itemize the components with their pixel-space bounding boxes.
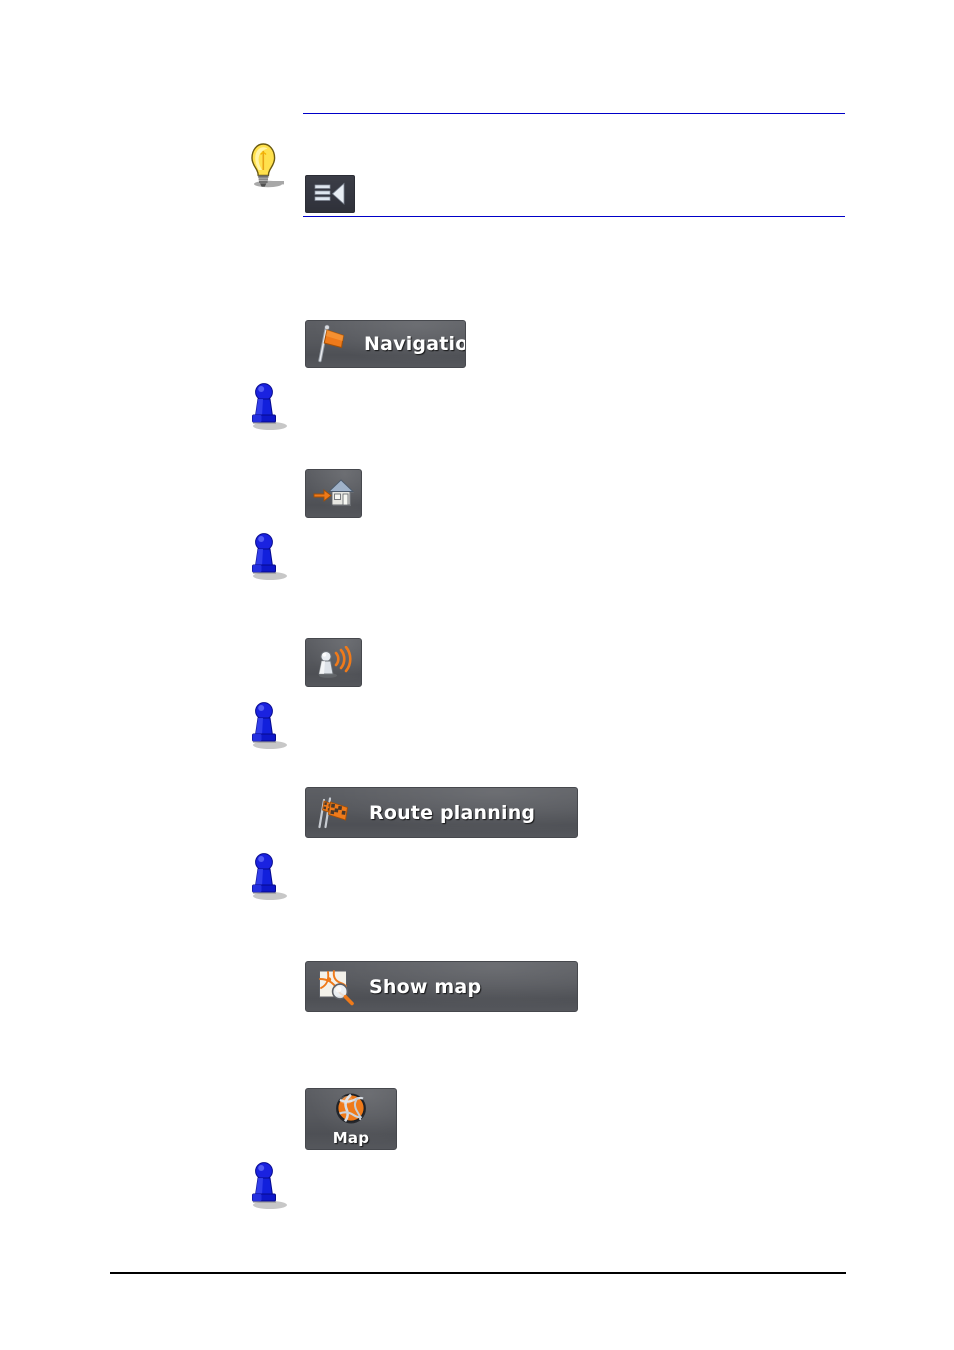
- map-magnifier-icon: [317, 968, 357, 1006]
- footer-rule: [110, 1272, 846, 1274]
- show-map-label: Show map: [369, 975, 482, 998]
- navigation-button[interactable]: Navigation: [305, 320, 466, 368]
- blue-pawn-marker-icon: [240, 848, 294, 904]
- checkered-flags-icon: [317, 793, 357, 833]
- navigation-label: Navigation: [364, 333, 465, 355]
- show-map-button[interactable]: Show map: [305, 961, 578, 1012]
- blue-pawn-marker-icon: [240, 378, 294, 434]
- tip-box-bottom-rule: [303, 216, 845, 217]
- menu-list-back-icon: [313, 182, 347, 206]
- blue-pawn-marker-icon: [240, 528, 294, 584]
- gps-signal-icon: [313, 645, 355, 680]
- manual-page: Navigation: [0, 0, 954, 1350]
- map-label: Map: [332, 1129, 370, 1147]
- gps-status-button[interactable]: [305, 638, 362, 687]
- home-button[interactable]: [305, 469, 362, 518]
- blue-pawn-marker-icon: [240, 697, 294, 753]
- tip-box-top-rule: [303, 113, 845, 114]
- lightbulb-icon: [238, 140, 286, 190]
- orange-globe-icon: [332, 1091, 370, 1127]
- menu-list-back-button[interactable]: [305, 175, 355, 213]
- map-button[interactable]: Map: [305, 1088, 397, 1150]
- route-planning-button[interactable]: Route planning: [305, 787, 578, 838]
- blue-pawn-marker-icon: [240, 1157, 294, 1213]
- route-planning-label: Route planning: [369, 801, 536, 824]
- orange-flag-icon: [316, 324, 352, 364]
- go-home-arrow-house-icon: [312, 477, 356, 511]
